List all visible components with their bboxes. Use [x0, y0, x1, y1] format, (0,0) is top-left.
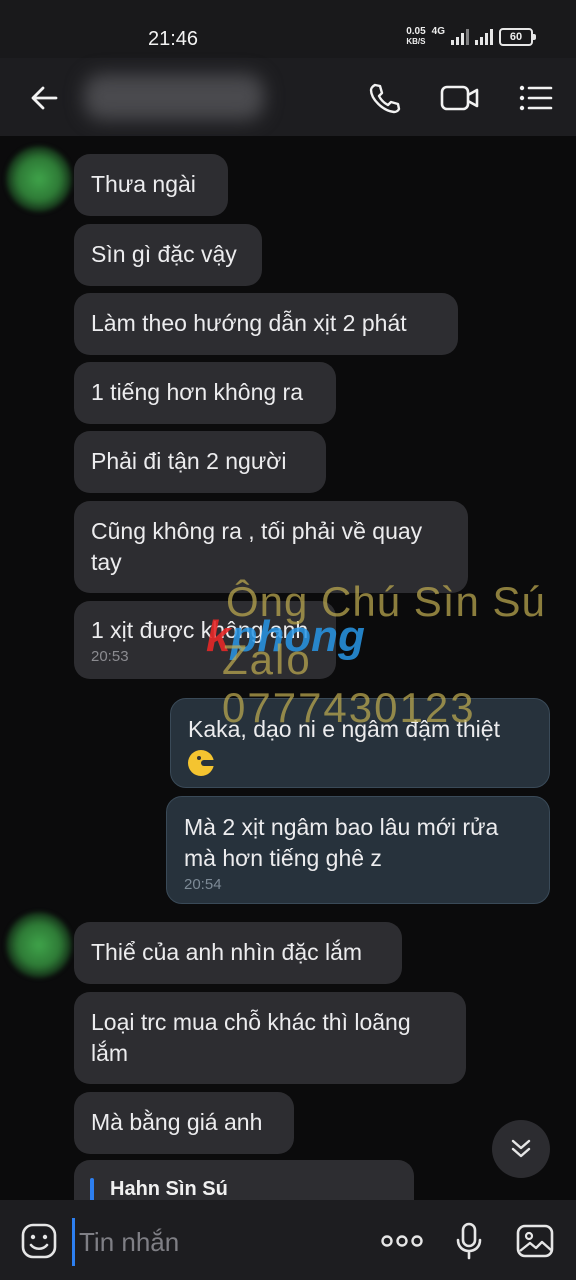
battery-level: 60 [499, 27, 533, 46]
message-text: Thiể của anh nhìn đặc lắm [91, 939, 363, 965]
message-timestamp: 20:54 [184, 876, 222, 893]
signal-icon-2 [475, 28, 493, 45]
double-chevron-down-icon [511, 1139, 531, 1158]
message-text: Mà bằng giá anh [91, 1109, 263, 1135]
chat-header [0, 58, 576, 136]
more-dots-icon [381, 1235, 423, 1247]
message-bubble[interactable]: Phải đi tận 2 người [74, 431, 326, 493]
message-bubble[interactable]: Thiể của anh nhìn đặc lắm [74, 922, 402, 984]
message-bubble[interactable]: 1 tiếng hơn không ra [74, 362, 336, 424]
message-text: Loại trc mua chỗ khác thì loãng lắm [91, 1009, 411, 1066]
quote-author: Hahn Sìn Sú [110, 1178, 228, 1200]
status-bar: 21:46 0.05 KB/S 4G 60 [0, 0, 576, 58]
message-text: Phải đi tận 2 người [91, 448, 287, 474]
voice-record-button[interactable] [448, 1220, 490, 1262]
reply-quote-bubble[interactable]: Hahn Sìn Sú [74, 1160, 414, 1202]
message-input-bar [0, 1200, 576, 1280]
message-text: 1 tiếng hơn không ra [91, 379, 304, 405]
message-bubble[interactable]: Làm theo hướng dẫn xịt 2 phát [74, 293, 458, 355]
emoji-sticker-icon [21, 1223, 57, 1259]
message-bubble[interactable]: Sìn gì đặc vậy [74, 224, 262, 286]
message-text: Sìn gì đặc vậy [91, 241, 237, 267]
message-text: Cũng không ra , tối phải về quay tay [91, 518, 423, 575]
avatar[interactable] [6, 912, 72, 978]
status-time: 21:46 [148, 28, 199, 50]
image-gallery-icon [516, 1224, 554, 1258]
video-call-icon [440, 85, 479, 111]
message-bubble[interactable]: Mà bằng giá anh [74, 1092, 294, 1154]
quote-accent-bar [90, 1178, 94, 1202]
signal-icon [451, 28, 469, 45]
back-arrow-icon [31, 86, 58, 110]
message-text: Mà 2 xịt ngâm bao lâu mới rửa mà hơn tiế… [184, 814, 499, 871]
microphone-icon [456, 1222, 482, 1260]
status-indicators: 0.05 KB/S 4G 60 [406, 26, 536, 47]
battery-icon: 60 [499, 27, 536, 46]
speed-value: 0.05 [406, 25, 426, 37]
menu-button[interactable] [514, 76, 558, 120]
avatar[interactable] [6, 146, 72, 212]
message-bubble[interactable]: Thưa ngài [74, 154, 228, 216]
back-button[interactable] [22, 76, 66, 120]
menu-list-icon [519, 85, 553, 111]
network-speed: 0.05 KB/S [406, 25, 426, 47]
video-call-button[interactable] [438, 76, 482, 120]
message-text: Làm theo hướng dẫn xịt 2 phát [91, 310, 407, 336]
message-text: Thưa ngài [91, 171, 196, 197]
sticker-button[interactable] [18, 1220, 60, 1262]
message-input[interactable] [72, 1218, 371, 1266]
contact-name[interactable] [84, 74, 264, 120]
gallery-button[interactable] [514, 1220, 556, 1262]
call-button[interactable] [362, 76, 406, 120]
message-bubble-outgoing[interactable]: Mà 2 xịt ngâm bao lâu mới rửa mà hơn tiế… [166, 796, 550, 904]
scroll-to-bottom-button[interactable] [492, 1120, 550, 1178]
network-type: 4G [431, 26, 445, 37]
message-bubble[interactable]: Loại trc mua chỗ khác thì loãng lắm [74, 992, 466, 1084]
speed-unit: KB/S [406, 36, 426, 46]
watermark-contact: Zalo 0777430123 [222, 636, 476, 731]
more-options-button[interactable] [378, 1220, 426, 1262]
phone-icon [369, 83, 401, 114]
laughing-emoji-icon [188, 749, 215, 776]
